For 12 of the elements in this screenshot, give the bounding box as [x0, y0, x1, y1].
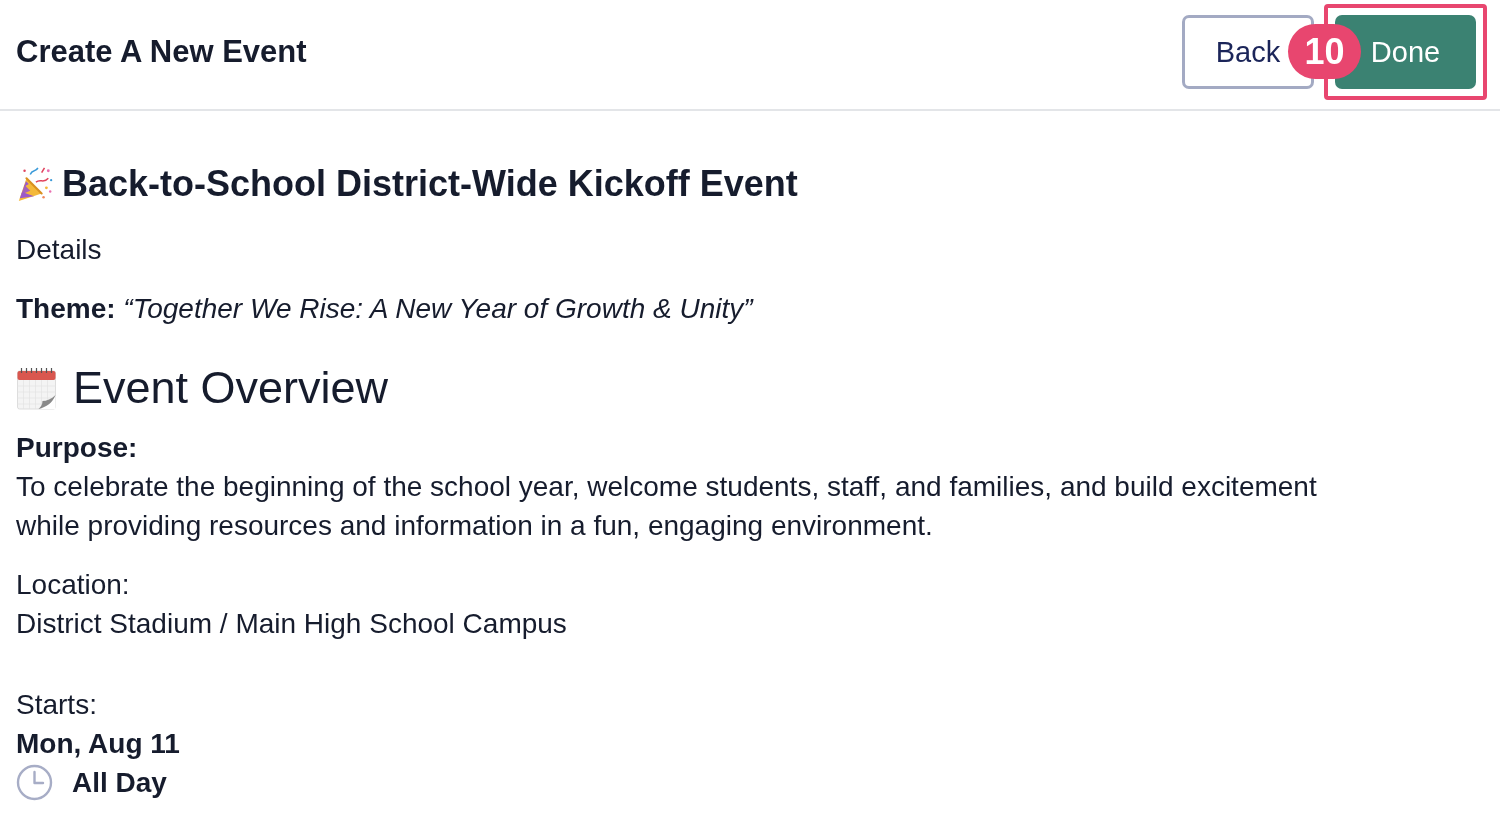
page-title: Create A New Event — [16, 33, 307, 71]
start-date: Mon, Aug 11 — [16, 727, 181, 761]
purpose-text: To celebrate the beginning of the school year, welcome students, staff, and families, and build excitement while providing resources and information in a fun, engaging environment. — [16, 470, 1318, 543]
theme-text: Theme: “Together We Rise: A New Year of Growth & Unity” — [16, 292, 755, 326]
location-text: District Stadium / Main High School Campus — [16, 607, 568, 641]
location-label: Location: — [16, 568, 131, 602]
section-heading: Event Overview — [73, 361, 389, 415]
starts-label: Starts: — [16, 688, 98, 722]
purpose-label: Purpose: — [16, 431, 139, 465]
start-time: All Day — [72, 766, 167, 800]
event-title: Back-to-School District-Wide Kickoff Event — [62, 162, 798, 206]
section-label: Details — [16, 233, 103, 267]
